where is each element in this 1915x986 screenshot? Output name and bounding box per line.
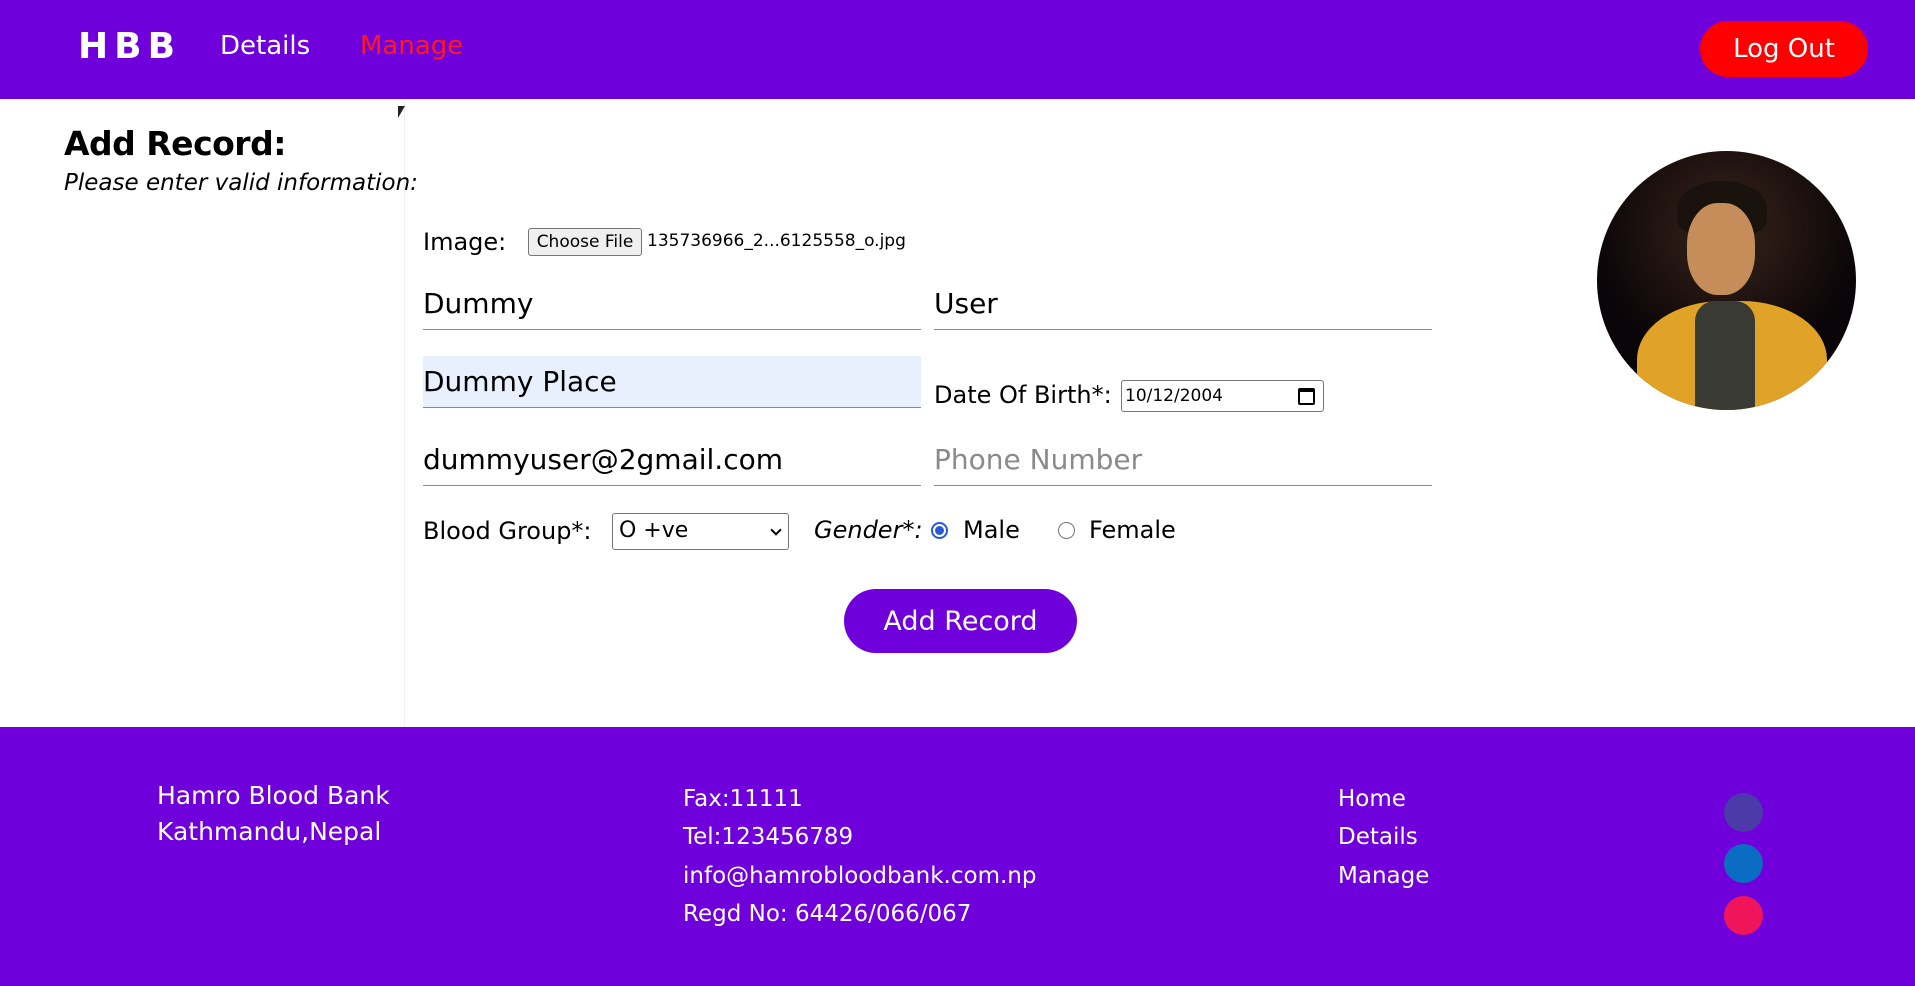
blood-group-value: O +ve <box>619 518 689 543</box>
page-subtitle: Please enter valid information: <box>64 170 418 196</box>
first-name-input[interactable] <box>423 278 921 330</box>
address-input[interactable] <box>423 356 921 408</box>
page-title: Add Record: <box>64 124 286 163</box>
dob-value: 10/12/2004 <box>1125 386 1223 406</box>
gender-male-label[interactable]: Male <box>963 516 1020 544</box>
footer-regd: Regd No: 64426/066/067 <box>683 901 972 927</box>
footer-link-details[interactable]: Details <box>1338 824 1418 850</box>
navbar: HBB Details Manage Log Out <box>0 0 1915 99</box>
image-label: Image: <box>423 228 507 256</box>
nav-link-manage[interactable]: Manage <box>360 31 463 61</box>
gender-male-radio[interactable] <box>931 522 948 539</box>
footer-tel: Tel:123456789 <box>683 824 854 850</box>
facebook-icon[interactable] <box>1724 793 1763 832</box>
nav-link-details[interactable]: Details <box>220 31 310 61</box>
phone-input[interactable] <box>934 434 1432 486</box>
email-input[interactable] <box>423 434 921 486</box>
dob-label: Date Of Birth*: <box>934 381 1112 409</box>
gender-female-radio[interactable] <box>1058 522 1075 539</box>
footer: Hamro Blood Bank Kathmandu,Nepal Fax:111… <box>0 727 1915 986</box>
gender-label: Gender*: <box>814 516 923 544</box>
footer-org-name: Hamro Blood Bank <box>157 781 390 810</box>
profile-avatar <box>1597 151 1856 410</box>
choose-file-button[interactable]: Choose File <box>528 228 642 256</box>
file-name: 135736966_2...6125558_o.jpg <box>647 231 906 251</box>
footer-email[interactable]: info@hamrobloodbank.com.np <box>683 863 1036 889</box>
dob-date-input[interactable]: 10/12/2004 <box>1121 380 1324 412</box>
gender-female-label[interactable]: Female <box>1089 516 1176 544</box>
footer-org-location: Kathmandu,Nepal <box>157 817 382 846</box>
footer-fax: Fax:11111 <box>683 786 803 812</box>
instagram-icon[interactable] <box>1724 896 1763 935</box>
calendar-icon[interactable] <box>1298 388 1315 405</box>
brand-logo[interactable]: HBB <box>78 26 181 67</box>
footer-link-home[interactable]: Home <box>1338 786 1406 812</box>
avatar-sweater <box>1695 301 1755 410</box>
last-name-input[interactable] <box>934 278 1432 330</box>
logout-button[interactable]: Log Out <box>1700 21 1868 77</box>
chevron-down-icon <box>770 524 782 536</box>
avatar-face <box>1687 203 1755 295</box>
add-record-button[interactable]: Add Record <box>844 589 1077 653</box>
footer-link-manage[interactable]: Manage <box>1338 863 1429 889</box>
mouse-cursor-icon <box>398 106 405 118</box>
blood-group-select[interactable]: O +ve <box>612 513 789 550</box>
blood-group-label: Blood Group*: <box>423 517 592 545</box>
linkedin-icon[interactable] <box>1724 844 1763 883</box>
